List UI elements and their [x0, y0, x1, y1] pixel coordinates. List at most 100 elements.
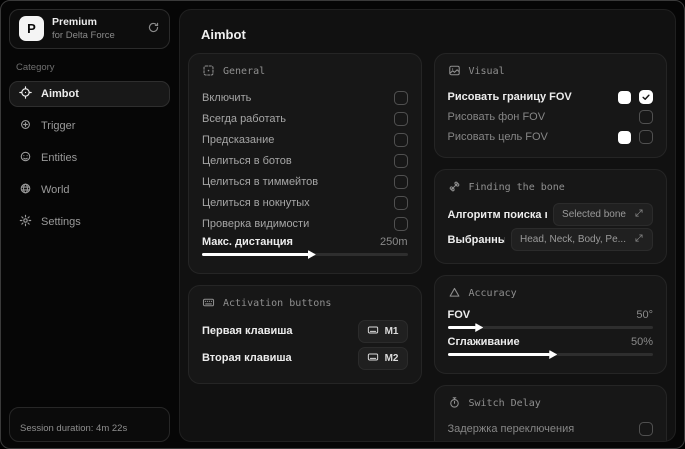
- bone-icon: [448, 180, 461, 196]
- bone-algorithm-row: Алгоритм поиска кости Selected bone: [448, 203, 653, 226]
- second-key-value: M2: [384, 352, 399, 364]
- first-key-value: M1: [384, 325, 399, 337]
- bone-algorithm-dropdown[interactable]: Selected bone: [553, 203, 653, 226]
- expand-icon: [634, 208, 644, 221]
- setting-row-always-work: Всегда работать: [202, 108, 408, 129]
- draw-fov-border-checkbox[interactable]: [639, 90, 653, 104]
- general-card-title: General: [223, 66, 266, 77]
- fov-slider[interactable]: [447, 323, 653, 332]
- draw-fov-background-label: Рисовать фон FOV: [447, 111, 546, 123]
- premium-subtitle: for Delta Force: [52, 29, 115, 41]
- general-card-header: General: [202, 64, 408, 79]
- draw-fov-target-label: Рисовать цель FOV: [447, 131, 548, 143]
- slider-thumb[interactable]: [475, 323, 484, 332]
- sidebar-item-label: Settings: [41, 215, 81, 228]
- selected-bones-label: Выбранные кости: [447, 233, 506, 246]
- max-distance-value: 250m: [379, 236, 408, 248]
- second-key-row: Вторая клавиша M2: [202, 346, 408, 370]
- sidebar-item-world[interactable]: World: [9, 177, 170, 203]
- fov-border-color-swatch[interactable]: [618, 90, 631, 104]
- sidebar-item-label: Trigger: [41, 119, 76, 132]
- sidebar-item-settings[interactable]: Settings: [9, 209, 170, 235]
- target-knocked-checkbox[interactable]: [393, 195, 408, 210]
- enable-checkbox[interactable]: [393, 90, 408, 105]
- keyboard-icon: [367, 324, 379, 339]
- refresh-icon: [147, 21, 160, 37]
- visual-card-title: Visual: [468, 66, 505, 77]
- bone-card-header: Finding the bone: [448, 180, 654, 195]
- switch-delay-ms-value: 1000 ms: [611, 441, 653, 442]
- smoothing-label: Сглаживание: [447, 336, 520, 348]
- always-work-checkbox[interactable]: [393, 111, 408, 126]
- draw-fov-border-row: Рисовать границу FOV: [447, 87, 653, 107]
- accuracy-card-title: Accuracy: [468, 288, 517, 299]
- fov-label: FOV: [447, 309, 471, 321]
- slider-thumb[interactable]: [549, 350, 558, 359]
- draw-fov-border-label: Рисовать границу FOV: [447, 91, 572, 103]
- accuracy-icon: [448, 286, 461, 302]
- switch-delay-toggle-row: Задержка переключения: [447, 419, 653, 439]
- left-column: General Включить Всегда работать Предска…: [188, 53, 422, 395]
- smoothing-value: 50%: [630, 336, 653, 348]
- app-window: P Premium for Delta Force Category Aimbo…: [0, 0, 685, 449]
- session-card: Session duration: 4m 22s: [9, 407, 170, 442]
- switch-delay-toggle-label: Задержка переключения: [447, 423, 575, 435]
- draw-fov-background-checkbox[interactable]: [639, 110, 653, 124]
- sidebar-item-aimbot[interactable]: Aimbot: [9, 80, 170, 107]
- setting-label: Целиться в нокнутых: [202, 196, 310, 209]
- setting-row-target-knocked: Целиться в нокнутых: [202, 192, 408, 213]
- selected-bones-value: Head, Neck, Body, Pe...: [520, 234, 626, 245]
- content-columns: General Включить Всегда работать Предска…: [188, 53, 667, 441]
- visibility-check-checkbox[interactable]: [393, 216, 408, 231]
- setting-row-target-bots: Целиться в ботов: [202, 150, 408, 171]
- smoothing-slider[interactable]: [447, 350, 653, 359]
- main-panel: Aimbot General Включить Всегда работать …: [179, 9, 676, 442]
- max-distance-slider-group: Макс. дистанция 250m: [202, 236, 408, 259]
- setting-label: Всегда работать: [202, 112, 287, 125]
- draw-fov-background-row: Рисовать фон FOV: [447, 107, 653, 127]
- first-key-binding-button[interactable]: M1: [357, 319, 408, 343]
- first-key-label: Первая клавиша: [202, 325, 293, 337]
- target-teammates-checkbox[interactable]: [393, 174, 408, 189]
- visual-card-header: Visual: [448, 64, 654, 79]
- setting-row-prediction: Предсказание: [202, 129, 408, 150]
- sidebar-nav: Aimbot Trigger Entities World Settings: [9, 80, 170, 235]
- activation-card-title: Activation buttons: [223, 298, 332, 309]
- general-icon: [202, 64, 215, 80]
- settings-icon: [19, 214, 32, 230]
- category-label: Category: [16, 61, 55, 73]
- slider-thumb[interactable]: [307, 250, 316, 259]
- setting-row-enable: Включить: [202, 87, 408, 108]
- target-bots-checkbox[interactable]: [393, 153, 408, 168]
- visual-icon: [448, 64, 461, 80]
- fov-target-color-swatch[interactable]: [618, 130, 631, 144]
- switch-delay-checkbox[interactable]: [639, 422, 653, 436]
- session-duration-label: Session duration: 4m 22s: [20, 423, 128, 434]
- general-card: General Включить Всегда работать Предска…: [188, 53, 422, 274]
- smoothing-slider-group: Сглаживание 50%: [447, 336, 653, 359]
- sidebar-item-trigger[interactable]: Trigger: [9, 113, 170, 139]
- refresh-button[interactable]: [147, 21, 160, 37]
- setting-row-target-teammates: Целиться в тиммейтов: [202, 171, 408, 192]
- switch-delay-ms-label: Задержка переключения (мс): [448, 441, 603, 442]
- activation-card-header: Activation buttons: [202, 296, 408, 311]
- prediction-checkbox[interactable]: [393, 132, 408, 147]
- second-key-label: Вторая клавиша: [202, 352, 292, 364]
- draw-fov-target-checkbox[interactable]: [639, 130, 653, 144]
- accuracy-card: Accuracy FOV 50° Сглаживание 50%: [433, 275, 667, 374]
- bone-card-title: Finding the bone: [468, 182, 565, 193]
- page-title: Aimbot: [201, 27, 246, 42]
- activation-buttons-card: Activation buttons Первая клавиша M1 Вто…: [188, 285, 422, 384]
- keyboard-icon: [367, 351, 379, 366]
- setting-label: Целиться в ботов: [202, 154, 292, 167]
- max-distance-slider[interactable]: [202, 250, 408, 259]
- trigger-icon: [19, 118, 32, 134]
- second-key-binding-button[interactable]: M2: [357, 346, 408, 370]
- draw-fov-target-row: Рисовать цель FOV: [447, 127, 653, 147]
- switch-delay-card-title: Switch Delay: [468, 398, 541, 409]
- sidebar-item-entities[interactable]: Entities: [9, 145, 170, 171]
- bone-algorithm-value: Selected bone: [562, 209, 626, 220]
- visual-card: Visual Рисовать границу FOV Рисовать фон…: [433, 53, 667, 158]
- selected-bones-dropdown[interactable]: Head, Neck, Body, Pe...: [511, 228, 653, 251]
- setting-label: Проверка видимости: [202, 217, 310, 230]
